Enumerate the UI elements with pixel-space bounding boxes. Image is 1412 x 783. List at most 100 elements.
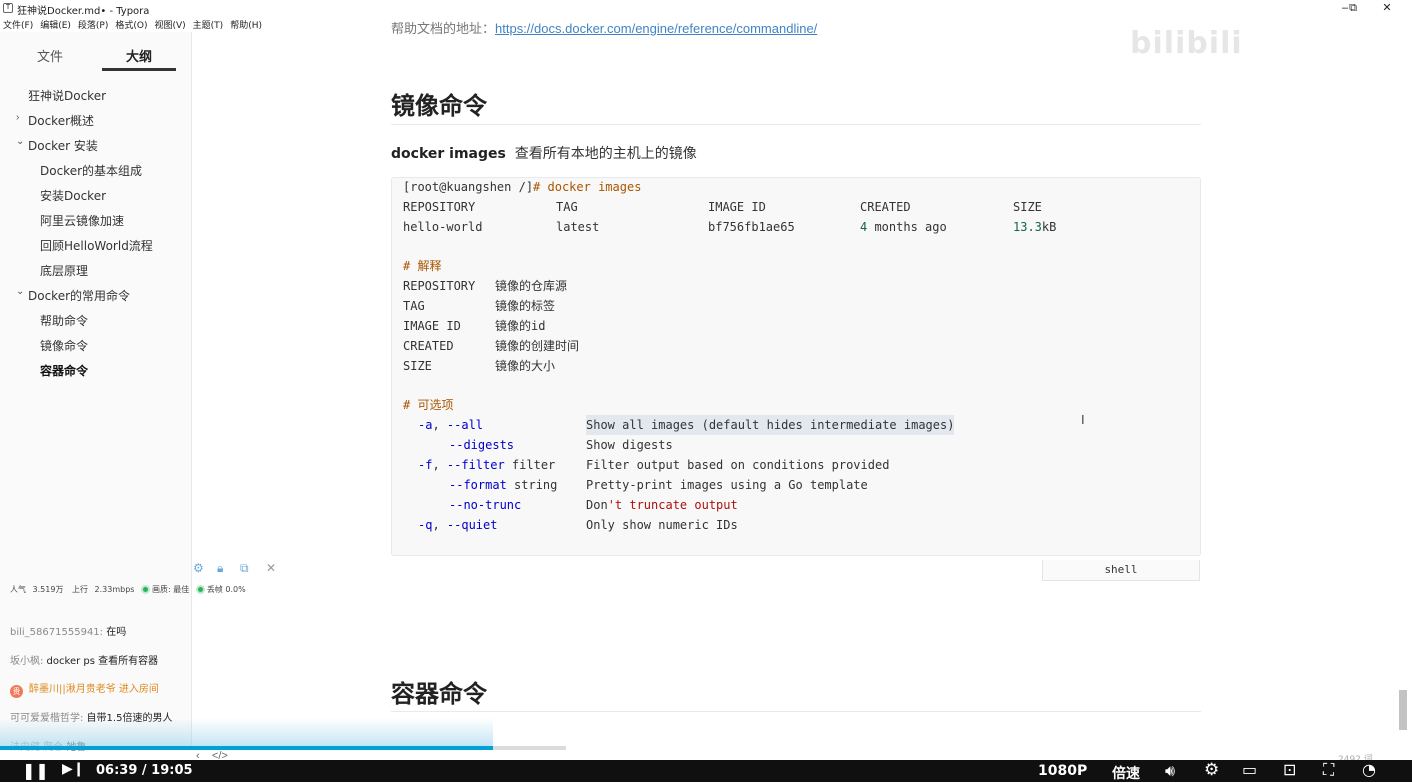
created-text: months ago <box>867 220 947 234</box>
menu-format[interactable]: 格式(O) <box>112 17 151 32</box>
outline-item-install[interactable]: Docker 安装 <box>28 137 98 154</box>
title-bar: T 狂神说Docker.md• - Typora – ⧉ ✕ <box>0 0 1412 17</box>
outline-item-container-cmds[interactable]: 容器命令 <box>40 362 88 379</box>
chevron-right-icon[interactable]: › <box>16 112 19 123</box>
close-window-button[interactable]: ✕ <box>1370 0 1404 17</box>
outline-item-principle[interactable]: 底层原理 <box>40 262 88 279</box>
option-desc: Pretty-print images using a Go template <box>586 478 868 492</box>
chat-message: 坂小枫: docker ps 查看所有容器 <box>10 652 158 667</box>
opt-short: -q <box>418 518 433 532</box>
command-desc: 查看所有本地的主机上的镜像 <box>514 146 697 162</box>
menu-bar: 文件(F) 编辑(E) 段落(P) 格式(O) 视图(V) 主题(T) 帮助(H… <box>0 17 262 32</box>
cell-created: 4 months ago <box>860 217 947 237</box>
code-line: [root@kuangshen /]# docker images <box>403 177 641 197</box>
tab-files[interactable]: 文件 <box>13 46 87 65</box>
fullscreen-icon[interactable]: ⛶ <box>1323 760 1334 780</box>
explain-key: REPOSITORY <box>403 279 476 293</box>
widescreen-icon[interactable]: ⊡ <box>1283 760 1296 779</box>
option-format: --format string <box>449 475 557 495</box>
status-dot-icon <box>195 585 205 594</box>
danmaku-icon[interactable]: ◔ <box>1362 760 1376 779</box>
player-control-bar <box>0 760 1412 782</box>
menu-paragraph[interactable]: 段落(P) <box>75 17 112 32</box>
settings-gear-icon[interactable]: ⚙ <box>1204 760 1219 780</box>
outline-item-common-cmds[interactable]: Docker的常用命令 <box>28 287 130 304</box>
lock-icon[interactable]: 🔒︎ <box>217 561 223 576</box>
speed-button[interactable]: 倍速 <box>1112 763 1140 783</box>
scrollbar-thumb[interactable] <box>1399 690 1407 730</box>
col-repository: REPOSITORY <box>403 200 476 214</box>
command-name: docker images <box>391 146 506 162</box>
option-all: -a, --all <box>418 418 484 432</box>
col-image-id: IMAGE ID <box>708 200 766 214</box>
outline-item-overview[interactable]: Docker概述 <box>28 112 94 129</box>
outline-item-components[interactable]: Docker的基本组成 <box>40 162 142 179</box>
vip-badge-icon: 贵 <box>10 685 23 698</box>
opt-long: --quiet <box>446 518 498 532</box>
menu-help[interactable]: 帮助(H) <box>227 17 266 32</box>
playback-time: 06:39 / 19:05 <box>96 763 193 778</box>
pip-icon[interactable]: ▭ <box>1242 760 1257 779</box>
desc-part: Don <box>586 498 608 512</box>
outline-item-mirror[interactable]: 阿里云镜像加速 <box>40 212 124 229</box>
chat-system-message: 贵醉墨川||湫月贵老爷 进入房间 <box>10 680 159 698</box>
outline-item-image-cmds[interactable]: 镜像命令 <box>40 337 88 354</box>
sidebar: 文件 大纲 狂神说Docker › Docker概述 ⌄ Docker 安装 D… <box>0 32 192 750</box>
link-prefix: 帮助文档的地址： <box>391 21 496 36</box>
opt-short: -f <box>418 458 433 472</box>
restore-button-glyph[interactable]: ⧉ <box>1336 0 1370 17</box>
opt-short: -a <box>418 418 433 432</box>
upload-value: 2.33mbps <box>94 585 135 594</box>
text-cursor-icon: I <box>1081 412 1085 427</box>
outline-item-title[interactable]: 狂神说Docker <box>28 87 106 104</box>
chat-user: bili_58671555941: <box>10 627 104 638</box>
volume-icon[interactable]: 🔊︎ <box>1165 761 1175 781</box>
opt-arg: string <box>506 478 558 492</box>
col-created: CREATED <box>860 200 911 214</box>
next-icon[interactable]: ▶❙ <box>62 761 85 777</box>
docs-link[interactable]: https://docs.docker.com/engine/reference… <box>495 21 817 36</box>
opt-long: --format <box>449 478 507 492</box>
chevron-down-icon[interactable]: ⌄ <box>16 136 24 147</box>
option-desc-selected: Show all images (default hides intermedi… <box>586 415 955 435</box>
heading-divider <box>391 124 1201 125</box>
option-desc: Filter output based on conditions provid… <box>586 458 890 472</box>
chevron-down-icon[interactable]: ⌄ <box>16 286 24 297</box>
menu-file[interactable]: 文件(F) <box>0 17 37 32</box>
size-unit: kB <box>1041 220 1057 234</box>
explain-desc: 镜像的仓库源 <box>495 279 568 293</box>
col-size: SIZE <box>1013 200 1042 214</box>
cell-repo: hello-world <box>403 220 483 234</box>
desc-string-part: 't truncate output <box>607 498 738 512</box>
code-language-selector[interactable]: shell <box>1042 560 1200 581</box>
heading-divider <box>391 711 1201 712</box>
comment-explain: # 解释 <box>403 259 442 273</box>
option-filter: -f, --filter filter <box>418 458 556 472</box>
explain-desc: 镜像的创建时间 <box>495 339 580 353</box>
heading-image-commands: 镜像命令 <box>391 92 487 120</box>
menu-edit[interactable]: 编辑(E) <box>37 17 75 32</box>
close-icon[interactable]: ✕ <box>266 561 276 575</box>
pause-icon[interactable]: ❚❚ <box>22 761 49 780</box>
opt-arg: filter <box>504 458 556 472</box>
explain-key: TAG <box>403 299 425 313</box>
explain-key: CREATED <box>403 339 454 353</box>
chat-user: 坂小枫: <box>10 656 44 667</box>
explain-key: IMAGE ID <box>403 319 461 333</box>
option-no-trunc: --no-trunc <box>449 498 522 512</box>
option-digests: --digests <box>449 438 515 452</box>
quality-status: 画质: 最佳 <box>152 585 190 594</box>
menu-theme[interactable]: 主题(T) <box>190 17 228 32</box>
popout-icon[interactable]: ⧉ <box>240 561 249 576</box>
outline-item-helloworld[interactable]: 回顾HelloWorld流程 <box>40 237 153 254</box>
menu-view[interactable]: 视图(V) <box>151 17 189 32</box>
gear-icon[interactable]: ⚙ <box>193 561 204 575</box>
chat-message: bili_58671555941: 在吗 <box>10 623 126 638</box>
outline-item-help-cmds[interactable]: 帮助命令 <box>40 312 88 329</box>
opt-long: --filter <box>446 458 505 472</box>
shell-command: # docker images <box>533 180 642 194</box>
outline-item-install-docker[interactable]: 安装Docker <box>40 187 106 204</box>
quality-button[interactable]: 1080P <box>1038 763 1087 779</box>
upload-label: 上行 <box>72 585 88 594</box>
tab-outline[interactable]: 大纲 <box>102 46 176 65</box>
